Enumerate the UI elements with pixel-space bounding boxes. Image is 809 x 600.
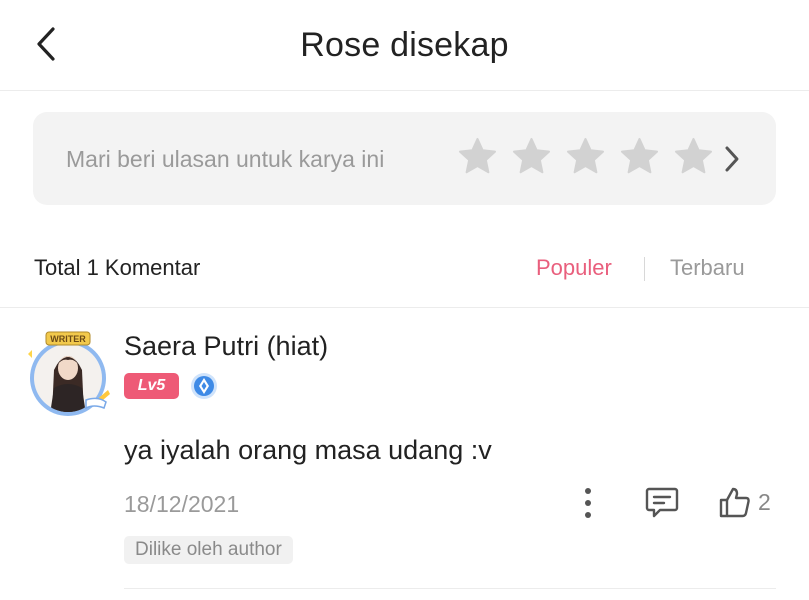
level-badge: Lv5: [124, 373, 179, 399]
avatar-frame-label: WRITER: [50, 334, 86, 344]
thumbs-up-icon: [719, 487, 750, 518]
star-icon[interactable]: [566, 137, 605, 176]
diamond-badge-icon: [191, 373, 217, 399]
reply-button[interactable]: [644, 484, 680, 520]
comment-body: ya iyalah orang masa udang :v: [124, 435, 492, 465]
author-liked-badge: Dilike oleh author: [124, 536, 293, 564]
sort-popular-tab[interactable]: Populer: [536, 255, 612, 281]
star-icon[interactable]: [674, 137, 713, 176]
like-count: 2: [758, 488, 771, 515]
star-icon[interactable]: [620, 137, 659, 176]
comment-bubble-icon: [645, 487, 679, 518]
page-title: Rose disekap: [300, 26, 509, 64]
comment-date: 18/12/2021: [124, 491, 240, 517]
avatar[interactable]: WRITER: [24, 330, 114, 416]
username[interactable]: Saera Putri (hiat): [124, 331, 328, 362]
more-options-button[interactable]: [576, 486, 600, 520]
review-prompt: Mari beri ulasan untuk karya ini: [66, 146, 385, 172]
sort-latest-tab[interactable]: Terbaru: [670, 255, 745, 281]
comment-count: Total 1 Komentar: [34, 255, 201, 280]
star-rating[interactable]: [458, 137, 713, 176]
rate-review-bar[interactable]: Mari beri ulasan untuk karya ini: [33, 112, 776, 205]
section-divider: [0, 307, 809, 308]
comment-divider: [124, 588, 776, 589]
top-app-bar: Rose disekap: [0, 0, 809, 91]
like-button[interactable]: 2: [718, 483, 780, 521]
sort-divider: [644, 257, 645, 281]
star-icon[interactable]: [458, 137, 497, 176]
more-vertical-icon: [585, 488, 591, 518]
chevron-right-icon: [725, 146, 739, 172]
star-icon[interactable]: [512, 137, 551, 176]
